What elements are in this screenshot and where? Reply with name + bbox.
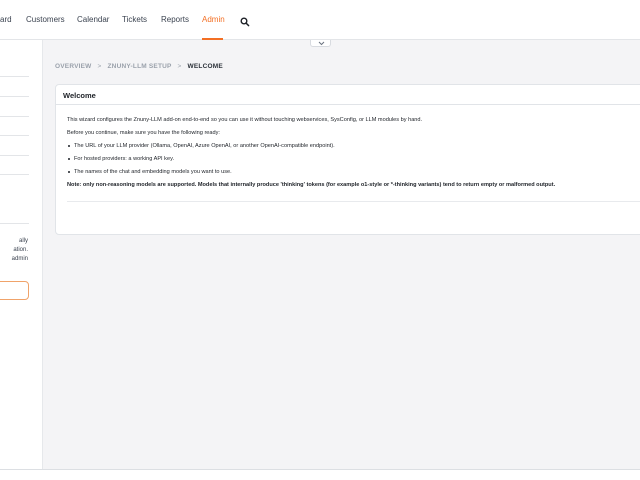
card-body: This wizard configures the Znuny-LLM add… [67,116,640,194]
sidebar-divider [0,96,29,97]
chevron-right-icon: > [97,63,102,70]
collapse-toggle-button[interactable] [310,40,331,47]
footer-bar [0,469,640,480]
welcome-card: Welcome This wizard configures the Znuny… [55,84,640,235]
top-navigation: ard Customers Calendar Tickets Reports A… [0,0,640,40]
card-divider [67,201,640,202]
sidebar: ally ation. admin [0,40,43,470]
sidebar-text: ation. [13,247,28,253]
nav-item-reports[interactable]: Reports [161,15,189,24]
intro-text: This wizard configures the Znuny-LLM add… [67,117,423,123]
sidebar-divider [0,174,29,175]
sidebar-divider [0,155,29,156]
sidebar-divider [0,223,29,224]
sidebar-text: admin [11,256,28,262]
sidebar-divider [0,135,29,136]
nav-item-customers[interactable]: Customers [26,15,65,24]
requirements-list: The URL of your LLM provider (Ollama, Op… [67,142,640,176]
nav-item-admin[interactable]: Admin [202,15,225,24]
card-title: Welcome [56,85,640,105]
list-item: The names of the chat and embedding mode… [67,168,640,176]
list-item: The URL of your LLM provider (Ollama, Op… [67,142,640,150]
list-item: For hosted providers: a working API key. [67,155,640,163]
nav-item-dashboard[interactable]: ard [0,15,12,24]
requirements-lead: Before you continue, make sure you have … [67,130,220,136]
note-text: Note: only non-reasoning models are supp… [67,182,556,188]
chevron-right-icon: > [177,63,182,70]
breadcrumb-item-setup[interactable]: ZNUNY-LLM SETUP [108,63,172,70]
sidebar-divider [0,76,29,77]
nav-item-tickets[interactable]: Tickets [122,15,147,24]
breadcrumb-current: WELCOME [187,63,223,70]
sidebar-text: ally [18,238,28,244]
sidebar-divider [0,116,29,117]
active-tab-indicator [202,38,223,40]
breadcrumb: OVERVIEW > ZNUNY-LLM SETUP > WELCOME [55,63,223,70]
search-icon[interactable] [240,14,250,27]
sidebar-action-button[interactable] [0,281,29,300]
nav-item-calendar[interactable]: Calendar [77,15,109,24]
breadcrumb-item-overview[interactable]: OVERVIEW [55,63,92,70]
